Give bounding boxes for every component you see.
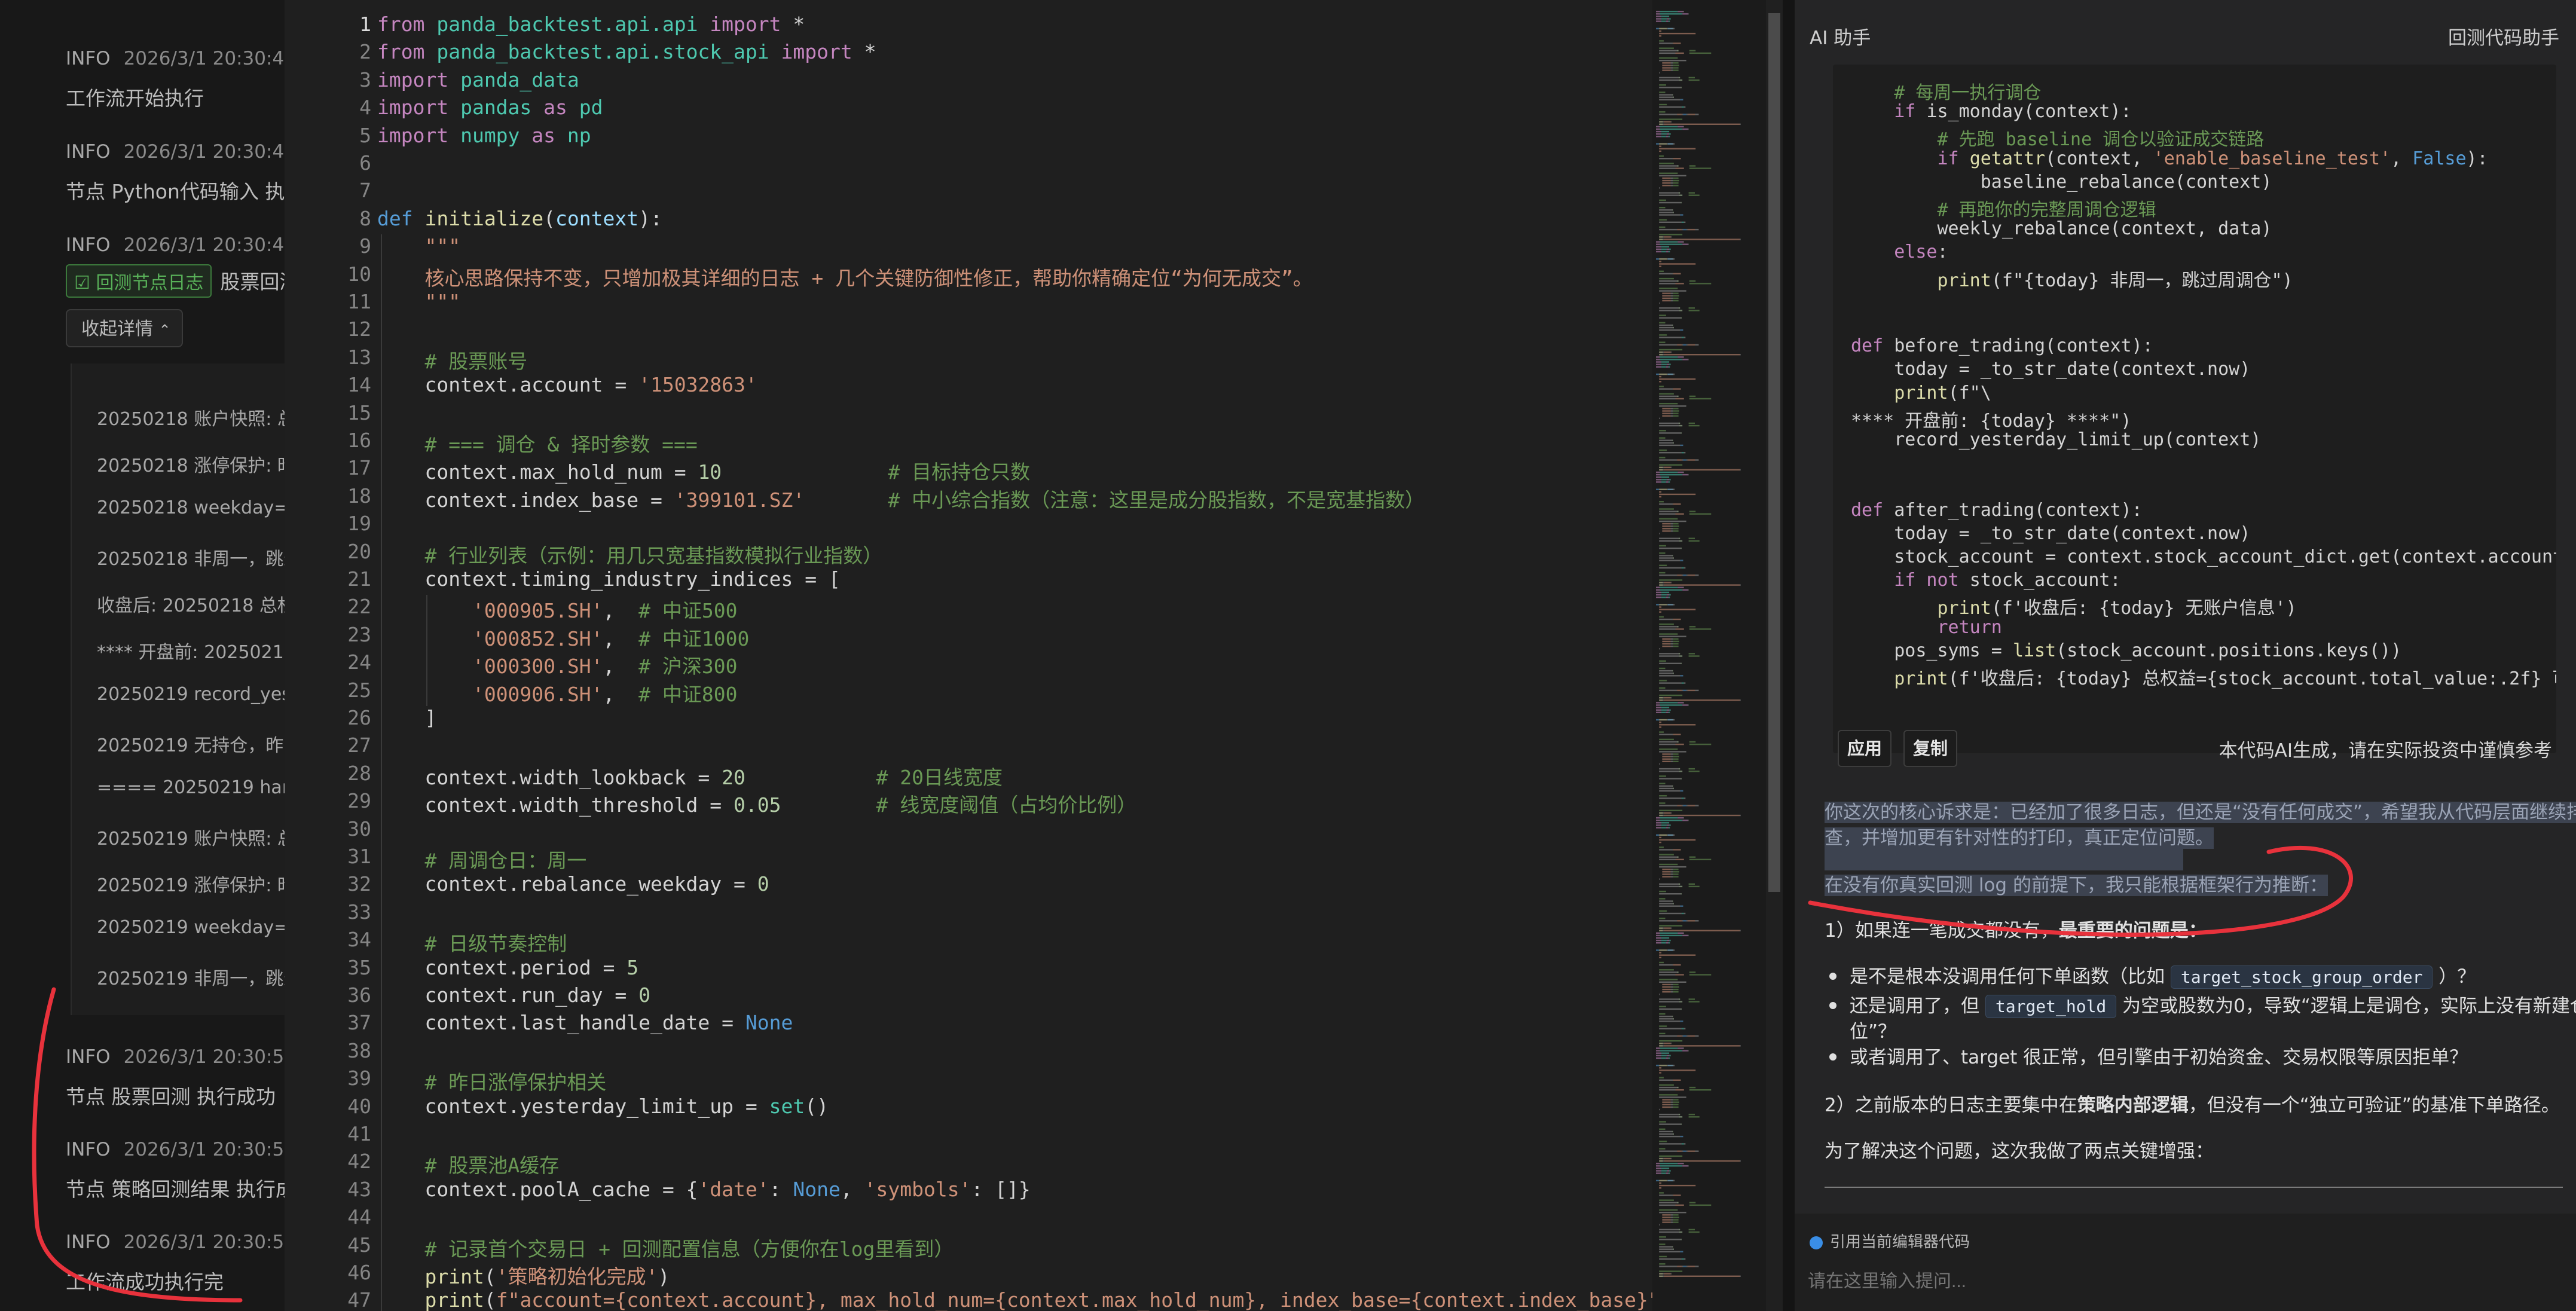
red-annotation-overlay — [32, 845, 2353, 1303]
annotation-stroke-right — [1808, 845, 2353, 937]
annotation-stroke-left — [32, 987, 243, 1303]
